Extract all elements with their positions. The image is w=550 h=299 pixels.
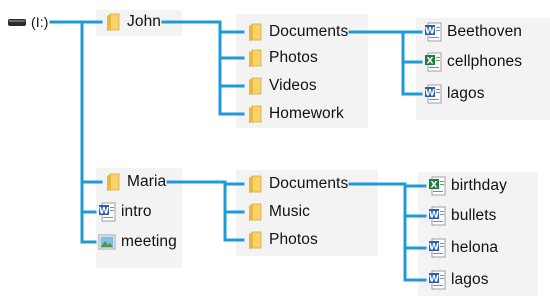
tree-node-label: Homework (269, 105, 344, 122)
tree-node-john-doc-cellphones[interactable]: Xcellphones (424, 50, 522, 74)
folder-icon (246, 48, 264, 68)
tree-node-meeting[interactable]: meeting (98, 230, 177, 254)
svg-text:W: W (429, 211, 439, 221)
tree-node-label: helona (451, 239, 499, 256)
folder-icon (104, 172, 122, 192)
word-document-icon: W (428, 238, 446, 258)
word-document-icon: W (424, 22, 442, 42)
tree-node-label: Videos (269, 77, 317, 94)
svg-text:X: X (427, 57, 434, 67)
tree-node-label: (I:) (31, 14, 49, 30)
folder-icon (246, 202, 264, 222)
file-tree-diagram: (I:) John Documents W Beethoven Xcellphones Wl… (0, 0, 550, 299)
tree-node-label: intro (121, 203, 152, 220)
word-document-icon: W (428, 206, 446, 226)
tree-node-label: Photos (269, 231, 318, 248)
tree-node-label: bullets (451, 207, 497, 224)
tree-node-maria-documents[interactable]: Documents (246, 172, 348, 196)
folder-icon (246, 174, 264, 194)
tree-node-label: Photos (269, 49, 318, 66)
word-document-icon: W (424, 84, 442, 104)
drive-icon (8, 12, 26, 32)
folder-icon (246, 76, 264, 96)
word-document-icon: W (428, 270, 446, 290)
tree-node-john[interactable]: John (104, 10, 161, 34)
svg-text:W: W (425, 89, 435, 99)
folder-icon (104, 12, 122, 32)
tree-node-john-homework[interactable]: Homework (246, 102, 344, 126)
tree-node-maria-photos[interactable]: Photos (246, 228, 318, 252)
tree-node-label: John (127, 13, 162, 30)
tree-node-label: Documents (269, 23, 349, 40)
tree-node-john-documents[interactable]: Documents (246, 20, 348, 44)
svg-text:W: W (99, 207, 109, 217)
tree-node-john-videos[interactable]: Videos (246, 74, 317, 98)
tree-node-maria-music[interactable]: Music (246, 200, 310, 224)
tree-node-intro[interactable]: Wintro (98, 200, 152, 224)
tree-node-label: birthday (451, 177, 507, 194)
tree-node-maria[interactable]: Maria (104, 170, 166, 194)
folder-icon (246, 230, 264, 250)
tree-node-label: Beethoven (447, 23, 523, 40)
folder-icon (246, 22, 264, 42)
tree-node-label: meeting (121, 233, 177, 250)
tree-node-john-doc-lagos[interactable]: Wlagos (424, 82, 485, 106)
tree-node-label: Music (269, 203, 310, 220)
tree-node-maria-doc-bullets[interactable]: Wbullets (428, 204, 497, 228)
svg-text:X: X (431, 181, 438, 191)
folder-icon (246, 104, 264, 124)
tree-node-maria-doc-helona[interactable]: Whelona (428, 236, 498, 260)
svg-text:W: W (429, 275, 439, 285)
tree-node-maria-doc-lagos[interactable]: Wlagos (428, 268, 489, 292)
tree-node-root[interactable]: (I:) (8, 10, 49, 34)
tree-node-john-photos[interactable]: Photos (246, 46, 318, 70)
tree-node-label: Maria (127, 173, 167, 190)
tree-node-maria-doc-birthday[interactable]: Xbirthday (428, 174, 507, 198)
excel-spreadsheet-icon: X (424, 52, 442, 72)
tree-node-label: lagos (451, 271, 489, 288)
svg-text:W: W (425, 27, 435, 37)
svg-text:W: W (429, 243, 439, 253)
tree-node-label: cellphones (447, 53, 523, 70)
tree-node-john-doc-beethoven[interactable]: W Beethoven (424, 20, 522, 44)
image-file-icon (98, 232, 116, 252)
word-document-icon: W (98, 202, 116, 222)
tree-node-label: lagos (447, 85, 485, 102)
tree-node-label: Documents (269, 175, 349, 192)
excel-spreadsheet-icon: X (428, 176, 446, 196)
